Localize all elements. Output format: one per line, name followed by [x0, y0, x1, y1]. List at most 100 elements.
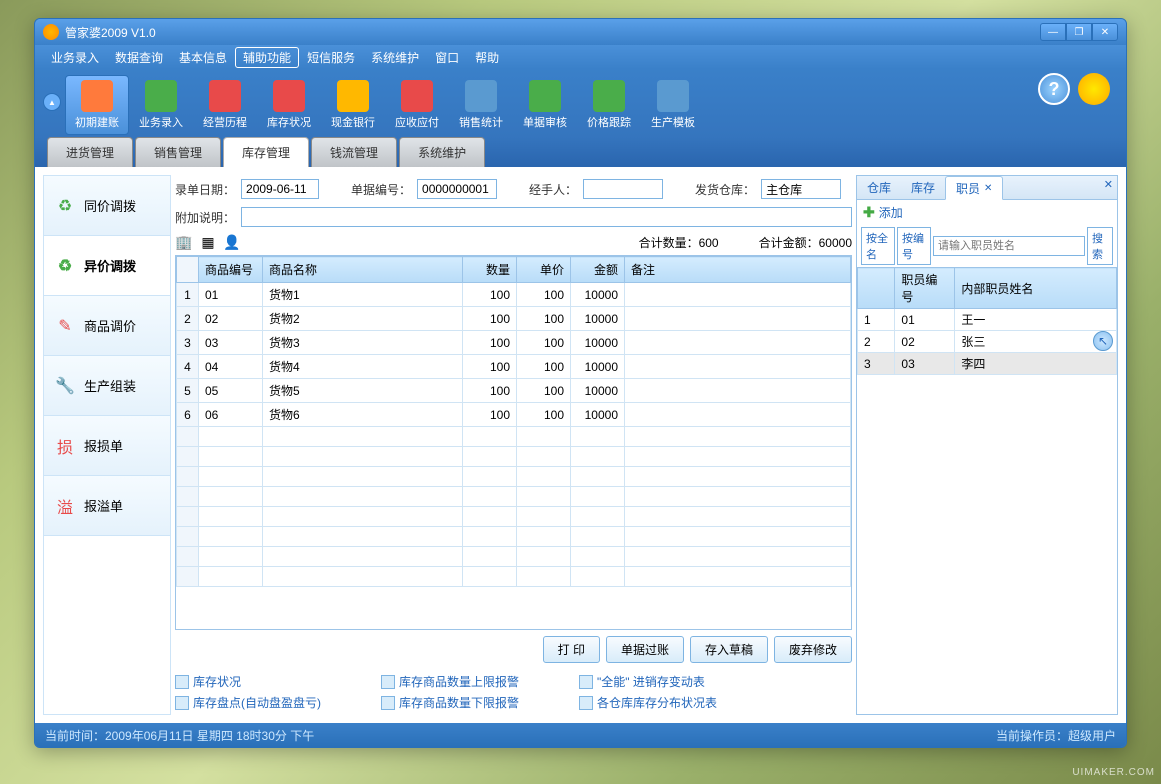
employee-row[interactable]: 101王一: [858, 309, 1117, 331]
menu-item-3[interactable]: 辅助功能: [235, 47, 299, 68]
toolbar-button-6[interactable]: 销售统计: [449, 75, 513, 135]
menu-item-1[interactable]: 数据查询: [107, 47, 171, 68]
handler-input[interactable]: [583, 179, 663, 199]
main-panel: 录单日期： 单据编号： 经手人： 发货仓库： 附加说明： 🏢 ▦ 👤: [175, 175, 852, 715]
main-tab-2[interactable]: 库存管理: [223, 137, 309, 167]
action-button-1[interactable]: 单据过账: [606, 636, 684, 663]
scroll-up-icon[interactable]: ↖: [1093, 331, 1113, 351]
main-tab-3[interactable]: 钱流管理: [311, 137, 397, 167]
table-row-empty[interactable]: [177, 427, 851, 447]
quick-link[interactable]: 各仓库库存分布状况表: [579, 694, 717, 711]
employee-row[interactable]: 202张三: [858, 331, 1117, 353]
tab-close-icon[interactable]: ✕: [984, 183, 992, 194]
quick-link[interactable]: 库存商品数量上限报警: [381, 673, 519, 690]
table-row-empty[interactable]: [177, 507, 851, 527]
window-title: 管家婆2009 V1.0: [65, 24, 156, 41]
right-grid-header[interactable]: [858, 268, 895, 309]
quick-link[interactable]: "全能" 进销存变动表: [579, 673, 717, 690]
sidebar-item-0[interactable]: ♻同价调拨: [44, 176, 170, 236]
close-button[interactable]: ✕: [1092, 23, 1118, 41]
toolbar-button-3[interactable]: 库存状况: [257, 75, 321, 135]
toolbar-button-0[interactable]: 初期建账: [65, 75, 129, 135]
main-tab-1[interactable]: 销售管理: [135, 137, 221, 167]
grid-header[interactable]: 商品编号: [199, 257, 263, 283]
sidebar-item-4[interactable]: 损报损单: [44, 416, 170, 476]
table-row-empty[interactable]: [177, 447, 851, 467]
toolbar-button-9[interactable]: 生产模板: [641, 75, 705, 135]
table-row-empty[interactable]: [177, 547, 851, 567]
help-icon[interactable]: ?: [1038, 73, 1070, 105]
sidebar-item-2[interactable]: ✎商品调价: [44, 296, 170, 356]
employee-grid[interactable]: 职员编号内部职员姓名101王一202张三303李四 ↖: [857, 267, 1117, 714]
toolbar-button-4[interactable]: 现金银行: [321, 75, 385, 135]
table-row-empty[interactable]: [177, 467, 851, 487]
warehouse-input[interactable]: [761, 179, 841, 199]
menu-item-4[interactable]: 短信服务: [299, 47, 363, 68]
table-row[interactable]: 303货物310010010000: [177, 331, 851, 355]
toolbar: 初期建账业务录入经营历程库存状况现金银行应收应付销售统计单据审核价格跟踪生产模板: [65, 73, 1038, 137]
minimize-button[interactable]: —: [1040, 23, 1066, 41]
sidebar-item-5[interactable]: 溢报溢单: [44, 476, 170, 536]
note-input[interactable]: [241, 207, 852, 227]
quick-link[interactable]: 库存商品数量下限报警: [381, 694, 519, 711]
right-grid-header[interactable]: 内部职员姓名: [955, 268, 1117, 309]
table-row[interactable]: 202货物210010010000: [177, 307, 851, 331]
grid-header[interactable]: [177, 257, 199, 283]
right-tab-1[interactable]: 库存: [901, 176, 945, 199]
filter-by-code-button[interactable]: 按编号: [897, 227, 931, 265]
toolbar-icon: [209, 80, 241, 112]
filter-by-name-button[interactable]: 按全名: [861, 227, 895, 265]
toolbar-button-2[interactable]: 经营历程: [193, 75, 257, 135]
right-grid-header[interactable]: 职员编号: [895, 268, 955, 309]
content-area: ♻同价调拨♻异价调拨✎商品调价🔧生产组装损报损单溢报溢单 录单日期： 单据编号：…: [35, 167, 1126, 723]
table-row-empty[interactable]: [177, 567, 851, 587]
status-time: 当前时间：2009年06月11日 星期四 18时30分 下午: [45, 727, 314, 744]
grid-header[interactable]: 金额: [571, 257, 625, 283]
main-tab-4[interactable]: 系统维护: [399, 137, 485, 167]
search-button[interactable]: 搜索: [1087, 227, 1113, 265]
menu-item-7[interactable]: 帮助: [467, 47, 507, 68]
grid-header[interactable]: 单价: [517, 257, 571, 283]
items-grid[interactable]: 商品编号商品名称数量单价金额备注101货物110010010000202货物21…: [175, 255, 852, 630]
table-row[interactable]: 101货物110010010000: [177, 283, 851, 307]
grid-header[interactable]: 数量: [463, 257, 517, 283]
menu-item-0[interactable]: 业务录入: [43, 47, 107, 68]
docno-label: 单据编号：: [351, 181, 411, 198]
quick-link[interactable]: 库存盘点(自动盘盈盘亏): [175, 694, 321, 711]
grid-header[interactable]: 商品名称: [263, 257, 463, 283]
menu-item-2[interactable]: 基本信息: [171, 47, 235, 68]
menu-item-5[interactable]: 系统维护: [363, 47, 427, 68]
collapse-toolbar-button[interactable]: ▲: [43, 93, 61, 111]
table-row[interactable]: 505货物510010010000: [177, 379, 851, 403]
quick-link[interactable]: 库存状况: [175, 673, 321, 690]
table-row-empty[interactable]: [177, 527, 851, 547]
toolbar-button-7[interactable]: 单据审核: [513, 75, 577, 135]
grid-header[interactable]: 备注: [625, 257, 851, 283]
toolbar-button-5[interactable]: 应收应付: [385, 75, 449, 135]
employee-row[interactable]: 303李四: [858, 353, 1117, 375]
add-button[interactable]: ✚ 添加: [857, 200, 1117, 225]
action-button-2[interactable]: 存入草稿: [690, 636, 768, 663]
toolbar-icon: [337, 80, 369, 112]
action-button-3[interactable]: 废弃修改: [774, 636, 852, 663]
sidebar-item-1[interactable]: ♻异价调拨: [44, 236, 170, 296]
right-tab-0[interactable]: 仓库: [857, 176, 901, 199]
grid-icon[interactable]: ▦: [199, 233, 217, 251]
main-tab-0[interactable]: 进货管理: [47, 137, 133, 167]
filter-input[interactable]: [933, 236, 1085, 256]
date-input[interactable]: [241, 179, 319, 199]
table-row[interactable]: 404货物410010010000: [177, 355, 851, 379]
sidebar-item-3[interactable]: 🔧生产组装: [44, 356, 170, 416]
toolbar-button-1[interactable]: 业务录入: [129, 75, 193, 135]
right-tab-2[interactable]: 职员✕: [945, 176, 1003, 200]
table-row-empty[interactable]: [177, 487, 851, 507]
building-icon[interactable]: 🏢: [175, 233, 193, 251]
menu-item-6[interactable]: 窗口: [427, 47, 467, 68]
panel-close-icon[interactable]: ✕: [1104, 178, 1113, 191]
toolbar-button-8[interactable]: 价格跟踪: [577, 75, 641, 135]
table-row[interactable]: 606货物610010010000: [177, 403, 851, 427]
action-button-0[interactable]: 打 印: [543, 636, 600, 663]
maximize-button[interactable]: ❐: [1066, 23, 1092, 41]
person-icon[interactable]: 👤: [223, 233, 241, 251]
docno-input[interactable]: [417, 179, 497, 199]
